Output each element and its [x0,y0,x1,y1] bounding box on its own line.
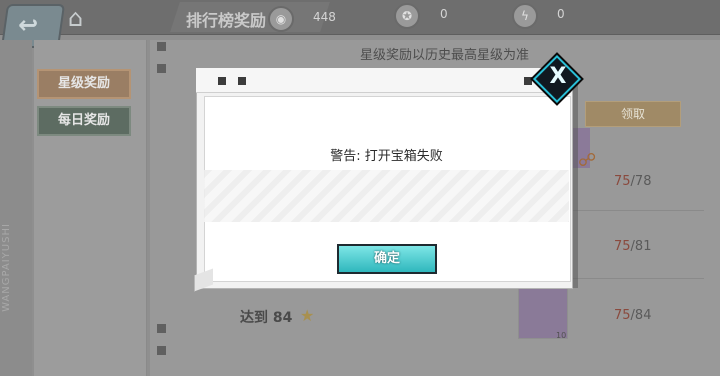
window-square-icon [238,77,246,85]
ring-icon: ☍ [578,150,597,171]
tab-star-reward[interactable]: 星级奖励 [37,69,131,99]
bolt-coin-value: 0 [557,7,565,21]
side-strip [0,40,32,376]
gear-coin-icon: ✪ [394,3,420,29]
window-square-icon [524,77,532,85]
top-bar [0,0,720,35]
back-arrow-icon: ↩ [18,11,39,39]
close-icon[interactable]: X [546,63,570,91]
panel-hole [157,324,166,333]
bolt-coin-icon: ϟ [512,3,538,29]
tab-daily-reward[interactable]: 每日奖励 [37,106,131,136]
list-header: 星级奖励以历史最高星级为准 [360,48,530,63]
home-icon[interactable]: ⌂ [68,6,98,30]
panel-hole [157,346,166,355]
gear-coin-value: 0 [440,7,448,21]
claim-button[interactable]: 领取 [585,101,681,127]
confirm-button[interactable]: 确定 [337,244,437,274]
doodle-pattern [204,170,569,222]
reward-count: 10 [556,331,567,340]
panel-hole [157,42,166,51]
window-square-icon [218,77,226,85]
coin-value: 448 [313,10,336,24]
row-progress: 75/81 [614,239,652,254]
reach-star-label: 达到 84 [240,310,293,326]
dialog-title-bar [196,68,571,93]
warning-message: 警告: 打开宝箱失败 [330,149,443,164]
page-title: 排行榜奖励 [186,11,267,30]
row-progress: 75/84 [614,308,652,323]
row-progress: 75/78 [614,174,652,189]
star-icon: ★ [300,306,315,325]
panel-hole [157,64,166,73]
watermark: WANGPAIYUSHI [0,223,12,312]
coin-icon: ◉ [268,6,294,32]
